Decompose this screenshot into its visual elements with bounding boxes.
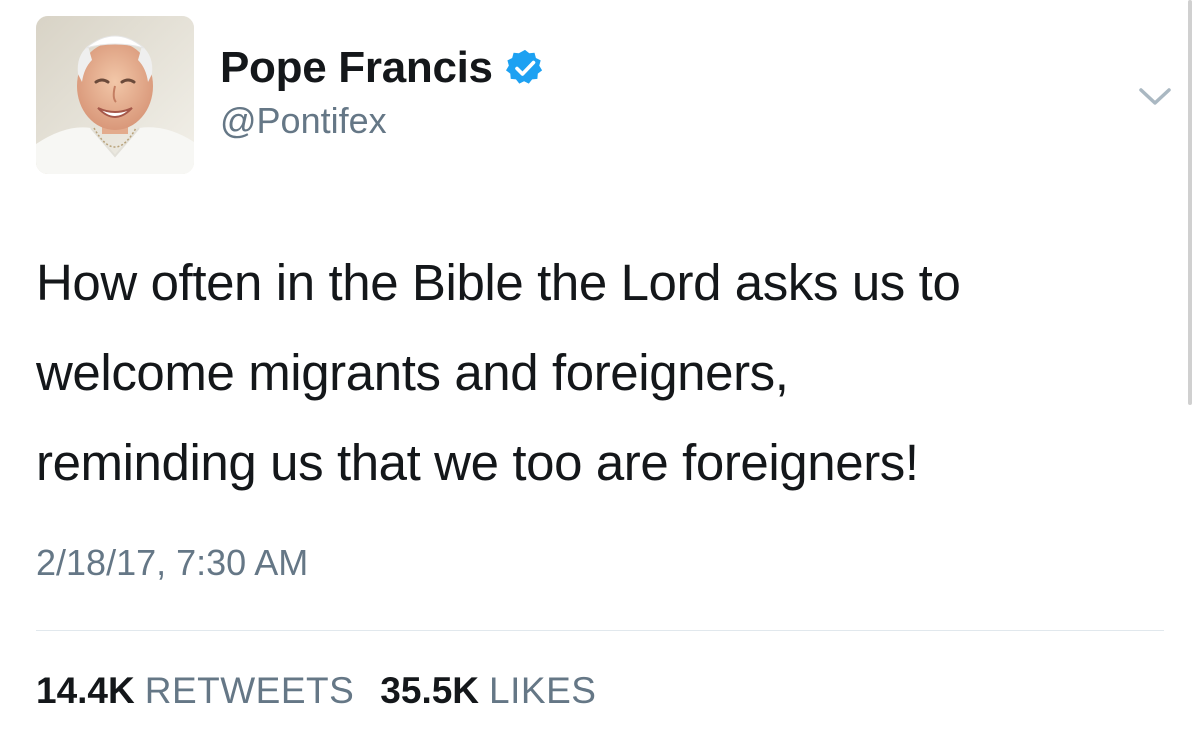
avatar-image [36, 16, 194, 174]
tweet-stats: 14.4K RETWEETS 35.5K LIKES [36, 670, 596, 712]
user-handle[interactable]: @Pontifex [220, 100, 387, 142]
name-row[interactable]: Pope Francis [220, 42, 545, 94]
tweet-text-line: welcome migrants and foreigners, [36, 344, 789, 401]
tweet-text-line: reminding us that we too are foreigners! [36, 434, 919, 491]
retweets-count: 14.4K [36, 670, 135, 711]
avatar[interactable] [36, 16, 194, 174]
likes-stat[interactable]: 35.5K LIKES [380, 670, 596, 712]
display-name[interactable]: Pope Francis [220, 43, 493, 93]
retweets-label: RETWEETS [144, 670, 355, 711]
verified-badge-icon [505, 48, 545, 88]
tweet-text-line: How often in the Bible the Lord asks us … [36, 254, 961, 311]
likes-label: LIKES [489, 670, 597, 711]
chevron-down-icon[interactable] [1135, 82, 1175, 112]
tweet-timestamp: 2/18/17, 7:30 AM [36, 542, 309, 583]
retweets-stat[interactable]: 14.4K RETWEETS [36, 670, 354, 712]
likes-count: 35.5K [380, 670, 480, 711]
divider [36, 630, 1164, 631]
scrollbar[interactable] [1188, 0, 1192, 405]
tweet-text: How often in the Bible the Lord asks us … [36, 238, 1176, 508]
